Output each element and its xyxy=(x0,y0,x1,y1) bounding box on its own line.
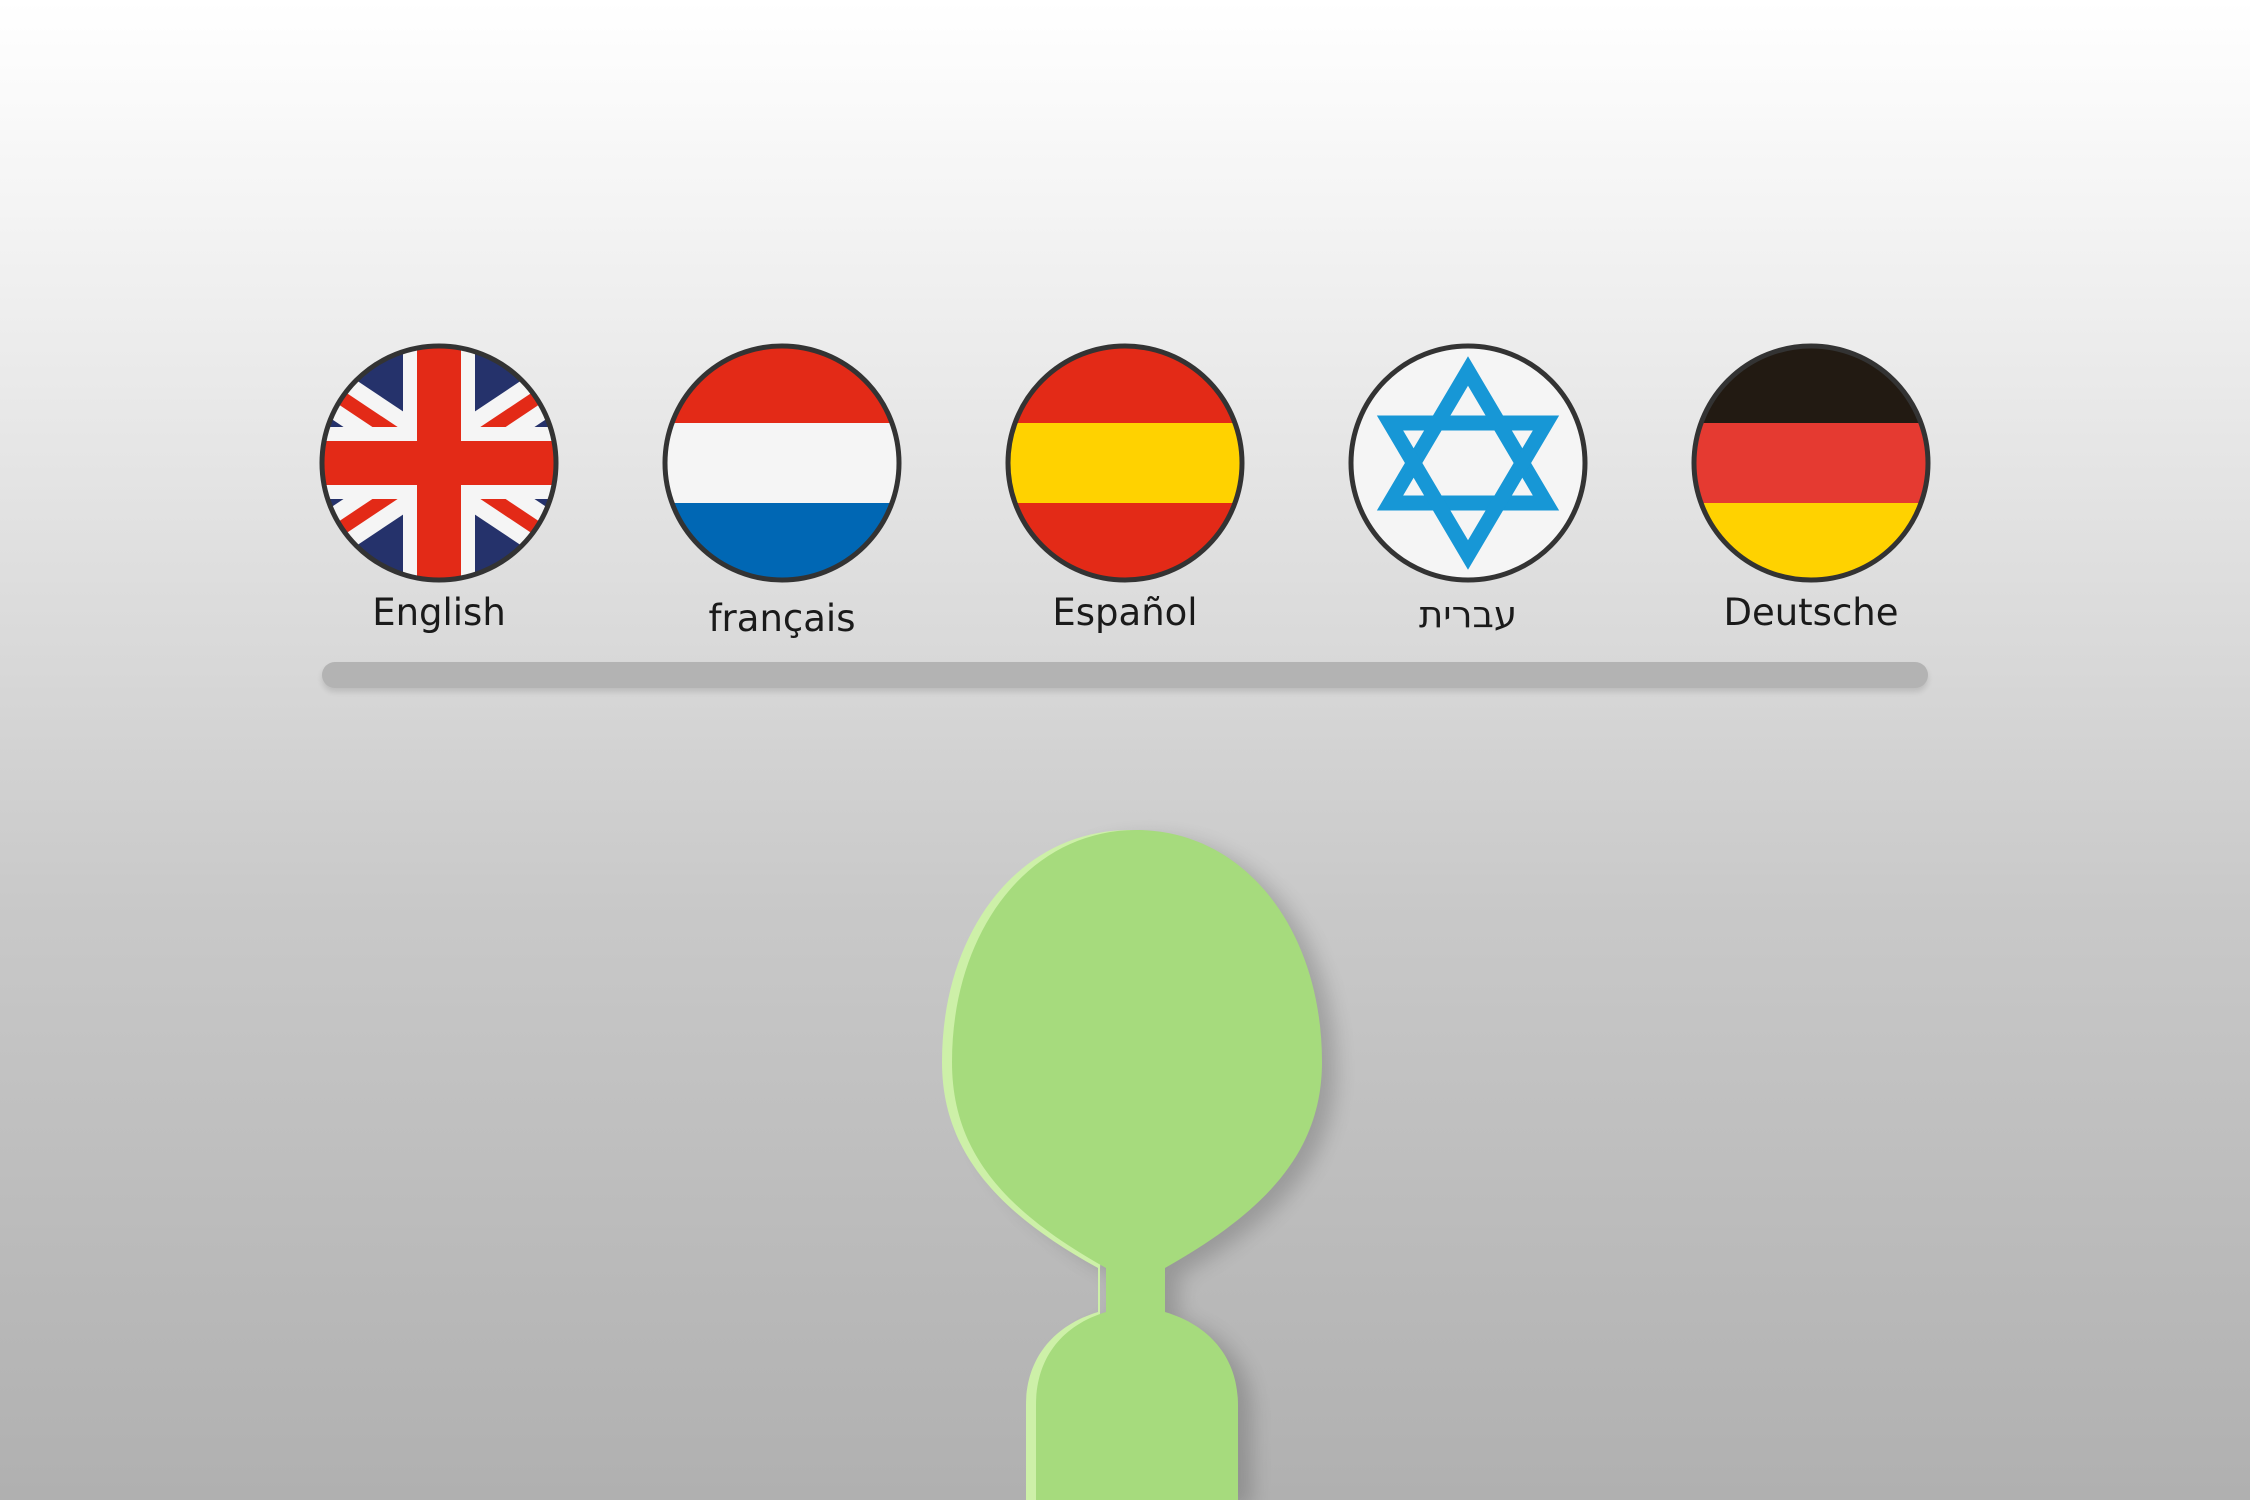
language-option-deutsche[interactable]: Deutsche xyxy=(1691,343,1931,653)
germany-flag-icon xyxy=(1691,343,1931,583)
language-selection-track xyxy=(322,662,1928,688)
spain-flag-icon xyxy=(1005,343,1245,583)
language-label: English xyxy=(372,591,506,634)
language-selection-scene: English français Español עברית Deutsche xyxy=(0,0,2250,1500)
language-label: עברית xyxy=(1418,593,1518,636)
language-option-hebrew[interactable]: עברית xyxy=(1348,343,1588,653)
netherlands-flag-icon xyxy=(662,343,902,583)
united-kingdom-flag-icon xyxy=(319,343,559,583)
israel-flag-icon xyxy=(1348,343,1588,583)
language-label: français xyxy=(708,597,856,640)
language-label: Español xyxy=(1052,591,1198,634)
language-label: Deutsche xyxy=(1723,591,1899,634)
language-option-english[interactable]: English xyxy=(319,343,559,653)
language-option-francais[interactable]: français xyxy=(662,343,902,653)
language-option-espanol[interactable]: Español xyxy=(1005,343,1245,653)
person-figure-icon xyxy=(942,830,1336,1500)
